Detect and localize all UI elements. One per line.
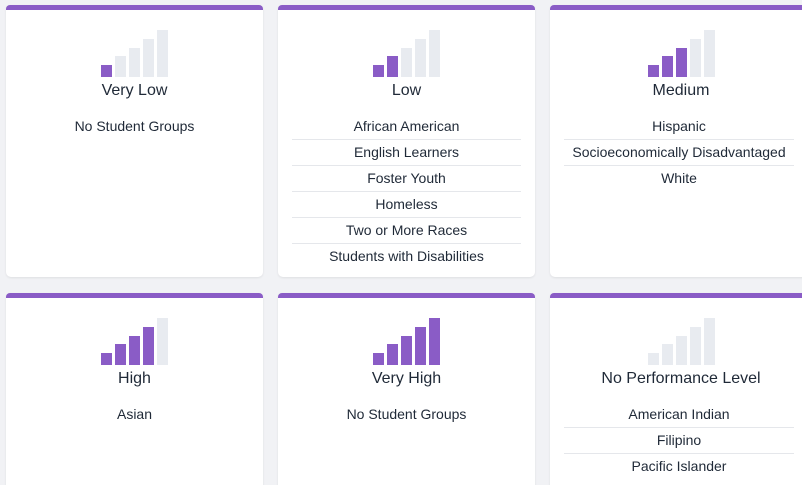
signal-bar xyxy=(647,65,659,77)
signal-bar xyxy=(661,344,673,365)
signal-bar xyxy=(675,336,687,365)
signal-bars-icon xyxy=(550,317,802,365)
performance-card-medium: Medium Hispanic Socioeconomically Disadv… xyxy=(550,5,802,277)
signal-bar xyxy=(143,327,154,365)
signal-bar xyxy=(689,39,701,77)
signal-bar xyxy=(387,56,398,77)
student-group-list: No Student Groups xyxy=(20,114,249,139)
signal-bar xyxy=(129,48,140,77)
signal-bar xyxy=(101,353,112,365)
signal-bars-icon xyxy=(278,29,535,77)
performance-level-title: Low xyxy=(391,82,422,99)
performance-level-title: No Performance Level xyxy=(601,370,761,387)
signal-bar xyxy=(115,56,126,77)
list-item: White xyxy=(661,170,697,186)
signal-bar xyxy=(703,318,715,365)
list-item: Homeless xyxy=(292,192,521,218)
student-group-list: Hispanic Socioeconomically Disadvantaged… xyxy=(564,114,794,191)
student-group-list: American Indian Filipino Pacific Islande… xyxy=(564,402,794,479)
student-group-list: Asian xyxy=(20,402,249,427)
list-item: Students with Disabilities xyxy=(329,248,484,264)
signal-bar xyxy=(689,327,701,365)
signal-bar xyxy=(373,353,384,365)
signal-bar xyxy=(429,30,440,77)
list-item: American Indian xyxy=(564,402,794,428)
performance-card-no-level: No Performance Level American Indian Fil… xyxy=(550,293,802,485)
student-group-list: African American English Learners Foster… xyxy=(292,114,521,269)
list-item: African American xyxy=(292,114,521,140)
performance-card-very-high: Very High No Student Groups xyxy=(278,293,535,485)
student-group-list: No Student Groups xyxy=(292,402,521,427)
performance-card-low: Low African American English Learners Fo… xyxy=(278,5,535,277)
list-item: English Learners xyxy=(292,140,521,166)
list-item: No Student Groups xyxy=(74,118,195,134)
performance-level-title: High xyxy=(118,370,151,387)
signal-bars-icon xyxy=(278,317,535,365)
signal-bar xyxy=(387,344,398,365)
list-item: Hispanic xyxy=(564,114,794,140)
signal-bar xyxy=(703,30,715,77)
performance-level-title: Very High xyxy=(371,370,442,387)
signal-bar xyxy=(675,48,687,77)
list-item: Filipino xyxy=(564,428,794,454)
signal-bar xyxy=(401,336,412,365)
list-item: Asian xyxy=(116,406,153,422)
signal-bar xyxy=(101,65,112,77)
signal-bar xyxy=(115,344,126,365)
performance-card-very-low: Very Low No Student Groups xyxy=(6,5,263,277)
performance-levels-grid: Very Low No Student Groups Low African A… xyxy=(0,0,802,485)
performance-level-title: Medium xyxy=(652,82,710,99)
signal-bar xyxy=(373,65,384,77)
signal-bar xyxy=(415,327,426,365)
signal-bars-icon xyxy=(6,29,263,77)
signal-bars-icon xyxy=(6,317,263,365)
signal-bar xyxy=(157,318,168,365)
list-item: Socioeconomically Disadvantaged xyxy=(564,140,794,166)
signal-bar xyxy=(157,30,168,77)
performance-card-high: High Asian xyxy=(6,293,263,485)
signal-bars-icon xyxy=(550,29,802,77)
list-item: Foster Youth xyxy=(292,166,521,192)
performance-level-title: Very Low xyxy=(101,82,168,99)
signal-bar xyxy=(129,336,140,365)
list-item: Two or More Races xyxy=(292,218,521,244)
signal-bar xyxy=(429,318,440,365)
list-item: No Student Groups xyxy=(346,406,467,422)
signal-bar xyxy=(401,48,412,77)
signal-bar xyxy=(415,39,426,77)
signal-bar xyxy=(661,56,673,77)
signal-bar xyxy=(143,39,154,77)
list-item: Pacific Islander xyxy=(631,458,727,474)
signal-bar xyxy=(647,353,659,365)
